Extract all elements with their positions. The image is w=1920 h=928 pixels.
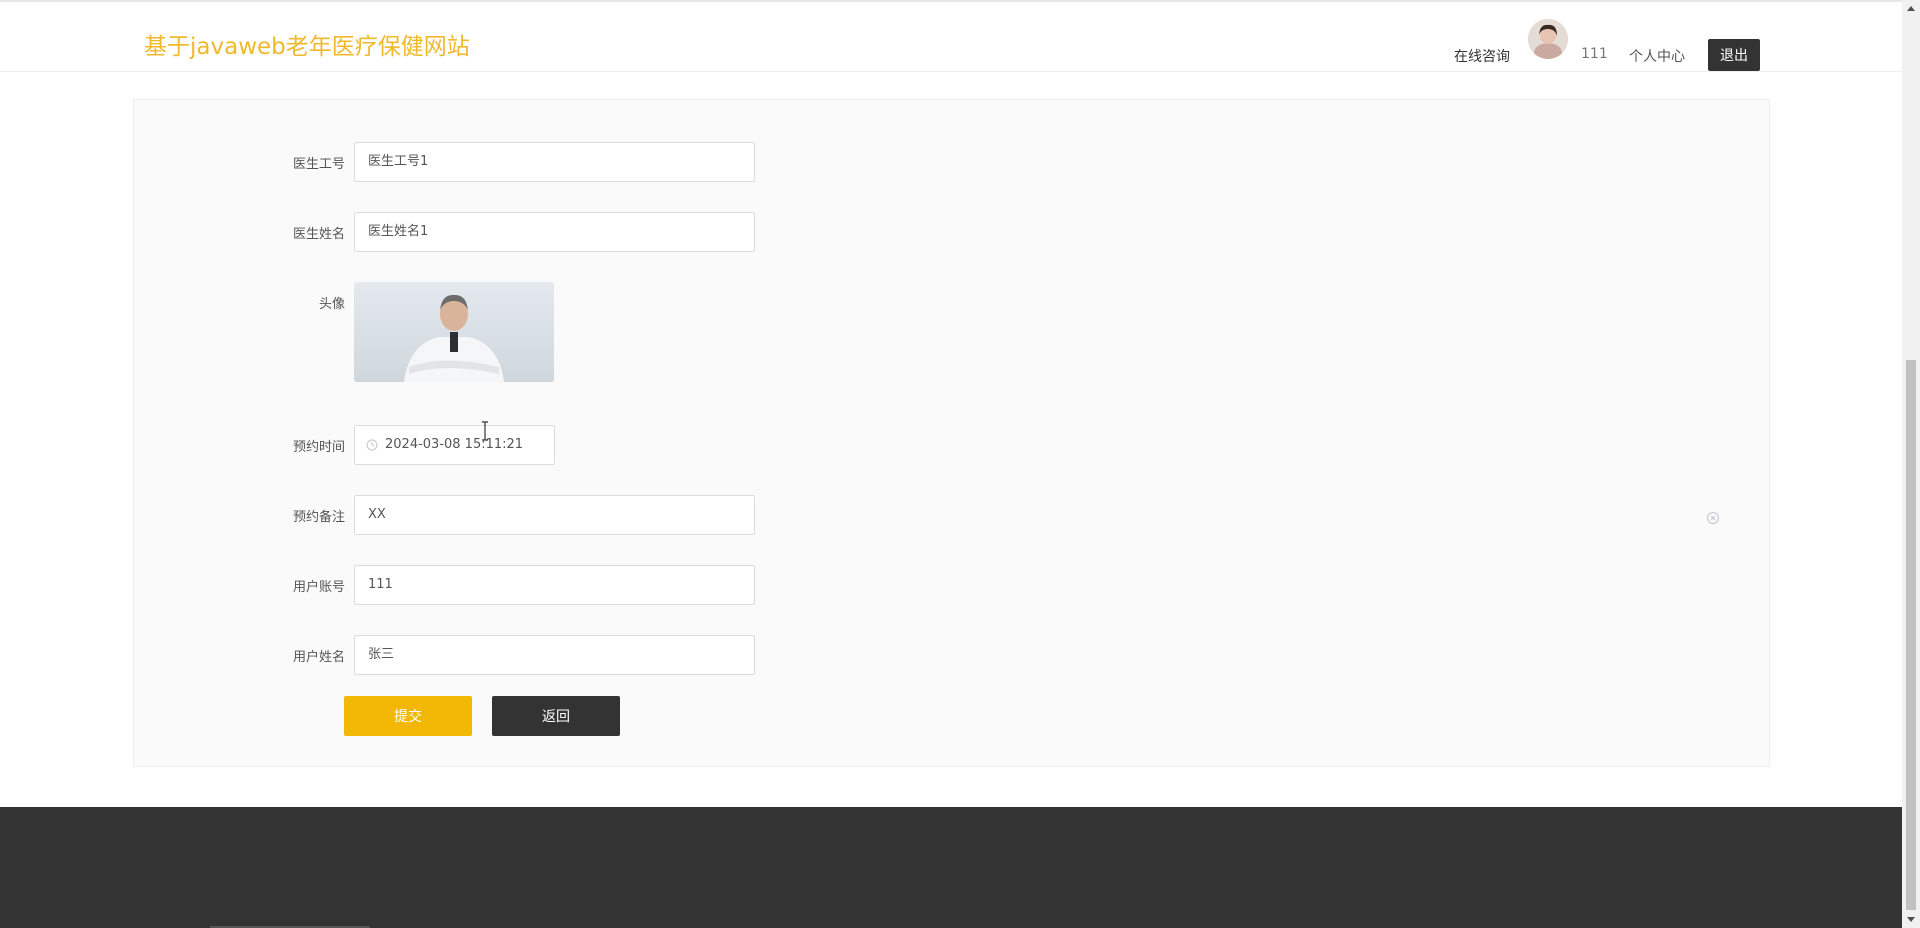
scrollbar-thumb[interactable] <box>1906 360 1916 910</box>
scroll-down-arrow-icon[interactable] <box>1902 910 1920 928</box>
vertical-scrollbar[interactable] <box>1902 0 1920 928</box>
appointment-note-input[interactable]: XX <box>354 495 755 535</box>
clock-icon <box>366 439 378 451</box>
appointment-form-panel: 医生工号 医生工号1 医生姓名 医生姓名1 头像 预约时间 2024-03-08… <box>133 99 1770 767</box>
user-name-label: 用户姓名 <box>292 650 345 665</box>
top-header: 基于javaweb老年医疗保健网站 在线咨询 111 个人中心 退出 <box>0 0 1902 72</box>
nav-personal-center[interactable]: 个人中心 <box>1629 46 1685 66</box>
appointment-note-label: 预约备注 <box>292 510 345 525</box>
user-account-input[interactable]: 111 <box>354 565 755 605</box>
clear-icon[interactable] <box>1706 511 1720 525</box>
text-cursor-icon <box>482 421 488 441</box>
logout-button[interactable]: 退出 <box>1708 39 1760 71</box>
appointment-time-label: 预约时间 <box>292 440 345 455</box>
username[interactable]: 111 <box>1581 46 1608 62</box>
appointment-time-value: 2024-03-08 15:11:21 <box>385 437 524 452</box>
nav-online-consult[interactable]: 在线咨询 <box>1454 46 1510 66</box>
scroll-up-arrow-icon[interactable] <box>1902 0 1920 18</box>
doctor-id-label: 医生工号 <box>292 157 345 172</box>
user-name-input[interactable]: 张三 <box>354 635 755 675</box>
doctor-name-input[interactable]: 医生姓名1 <box>354 212 755 252</box>
doctor-name-label: 医生姓名 <box>292 227 345 242</box>
avatar-label: 头像 <box>318 297 345 312</box>
back-button[interactable]: 返回 <box>492 696 620 736</box>
page-footer <box>0 807 1902 928</box>
submit-button[interactable]: 提交 <box>344 696 472 736</box>
user-account-label: 用户账号 <box>292 580 345 595</box>
user-avatar[interactable] <box>1528 19 1568 59</box>
doctor-id-input[interactable]: 医生工号1 <box>354 142 755 182</box>
appointment-time-picker[interactable]: 2024-03-08 15:11:21 <box>354 425 555 465</box>
site-title[interactable]: 基于javaweb老年医疗保健网站 <box>144 27 470 61</box>
doctor-photo <box>354 282 554 382</box>
